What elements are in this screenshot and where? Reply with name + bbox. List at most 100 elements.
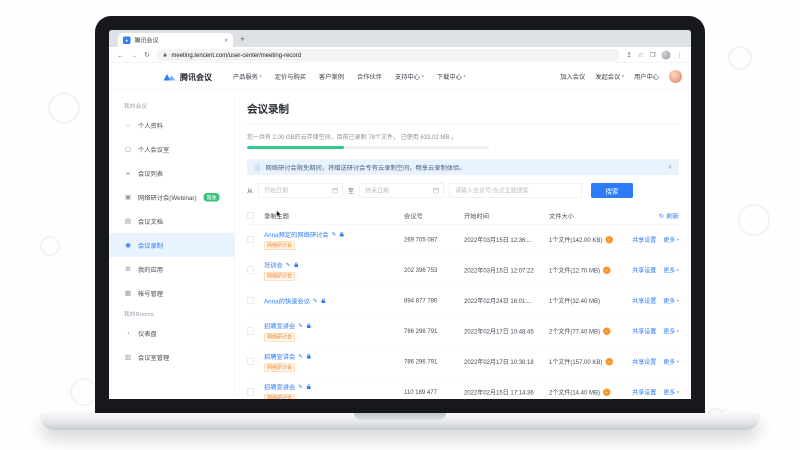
lock-icon[interactable]: [320, 298, 326, 304]
row-checkbox[interactable]: [247, 297, 254, 304]
lock-icon[interactable]: [306, 384, 312, 390]
sidebar-item-meeting-docs[interactable]: ▤ 会议文档: [109, 209, 235, 233]
more-dropdown[interactable]: 更多▾: [663, 327, 679, 336]
nav-link-join-meeting[interactable]: 加入会议: [560, 72, 585, 82]
recording-topic-link[interactable]: Anna的快速会议: [264, 296, 310, 306]
address-bar[interactable]: meeting.tencent.com/user-center/meeting-…: [156, 49, 620, 61]
row-checkbox[interactable]: [247, 236, 254, 243]
sidebar-item-account[interactable]: ▦ 帐号管理: [109, 281, 235, 305]
more-dropdown[interactable]: 更多▾: [663, 296, 679, 305]
recording-topic-link[interactable]: 招聘宣讲会: [264, 321, 295, 331]
browser-window: ▲ 腾讯会议 × + ← → ↻ meeting.tencent.com/use…: [109, 30, 691, 399]
sidebar-item-label: 个人资料: [138, 120, 163, 130]
sidebar-item-personal-room[interactable]: ▢ 个人会议室: [109, 137, 235, 161]
share-settings-link[interactable]: 共享设置: [632, 388, 656, 397]
nav-link-products[interactable]: 产品服务 ▾: [233, 72, 262, 82]
recording-topic-link[interactable]: 培训会: [264, 260, 283, 270]
date-from-input[interactable]: [263, 187, 329, 195]
side-panel-icon[interactable]: ❒: [650, 51, 656, 59]
sidebar-item-label: 会议文档: [138, 216, 163, 226]
recording-topic-link[interactable]: 招聘宣讲会: [264, 382, 295, 392]
orange-status-icon: ▪: [605, 358, 613, 366]
edit-icon[interactable]: ✎: [313, 297, 318, 304]
lock-icon[interactable]: [339, 231, 345, 237]
nav-link-label: 定价与购买: [275, 72, 306, 82]
nav-link-label: 下载中心: [437, 72, 462, 82]
date-from-field[interactable]: [258, 183, 343, 198]
lock-icon[interactable]: [306, 353, 312, 359]
brand-logo[interactable]: 腾讯会议: [163, 70, 212, 82]
sidebar-item-my-apps[interactable]: ⊞ 我的应用: [109, 257, 235, 281]
calendar-icon: [332, 188, 338, 194]
new-tab-button[interactable]: +: [240, 34, 245, 44]
browser-profile-avatar[interactable]: [662, 50, 671, 59]
forward-icon[interactable]: →: [131, 51, 138, 59]
sidebar-item-profile[interactable]: ○ 个人资料: [109, 113, 235, 137]
refresh-label: 刷新: [666, 211, 679, 221]
nav-link-label: 加入会议: [560, 72, 585, 82]
row-checkbox[interactable]: [247, 358, 254, 365]
sidebar-section-header: 我的会议: [109, 97, 235, 113]
col-header-number: 会议号: [404, 211, 464, 221]
reload-icon[interactable]: ↻: [144, 51, 150, 60]
sidebar-item-webinar[interactable]: ▣ 网络研讨会(Webinar) 限免: [109, 185, 235, 209]
nav-link-user-center[interactable]: 用户中心: [634, 72, 659, 82]
search-input[interactable]: [454, 187, 577, 195]
edit-icon[interactable]: ✎: [298, 383, 303, 390]
date-to-field[interactable]: [359, 183, 444, 198]
date-to-input[interactable]: [364, 187, 430, 195]
row-checkbox[interactable]: [247, 267, 254, 274]
nav-link-start-meeting[interactable]: 发起会议 ▾: [595, 72, 624, 82]
lock-icon[interactable]: [306, 323, 312, 329]
share-settings-link[interactable]: 共享设置: [632, 235, 656, 244]
file-size: 2个文件(14.40 MB): [549, 388, 600, 397]
bookmark-star-icon[interactable]: ☆: [638, 51, 644, 59]
sidebar-item-meeting-list[interactable]: ≡ 会议列表: [109, 161, 235, 185]
banner-close-icon[interactable]: ×: [668, 163, 672, 171]
more-dropdown[interactable]: 更多▾: [663, 266, 679, 275]
share-settings-link[interactable]: 共享设置: [632, 327, 656, 336]
row-checkbox[interactable]: [247, 389, 254, 396]
search-field[interactable]: [449, 183, 582, 198]
calendar-icon: [433, 188, 439, 194]
sidebar-item-meeting-record[interactable]: ◉ 会议录制: [109, 233, 235, 257]
share-settings-link[interactable]: 共享设置: [632, 357, 656, 366]
share-icon[interactable]: ↥: [626, 51, 631, 59]
webinar-badge: 网络研讨会: [264, 241, 295, 250]
share-settings-link[interactable]: 共享设置: [632, 266, 656, 275]
more-dropdown[interactable]: 更多▾: [663, 357, 679, 366]
table-row: 招聘宣讲会 ✎ 网络研讨会 786 296 791 2022年02月17日 10…: [247, 316, 679, 347]
user-avatar[interactable]: [669, 70, 682, 83]
nav-link-download[interactable]: 下载中心 ▾: [437, 72, 466, 82]
file-size: 1个文件(32.40 MB): [549, 296, 600, 305]
lock-icon[interactable]: [293, 262, 299, 268]
recording-topic-link[interactable]: Anna预定的网络研讨会: [264, 229, 329, 239]
start-time: 2022年02月17日 10:38:18: [464, 357, 549, 366]
back-icon[interactable]: ←: [117, 51, 124, 59]
edit-icon[interactable]: ✎: [298, 322, 303, 329]
edit-icon[interactable]: ✎: [298, 353, 303, 360]
edit-icon[interactable]: ✎: [332, 231, 337, 238]
search-button[interactable]: 搜索: [591, 183, 633, 198]
more-dropdown[interactable]: 更多▾: [663, 235, 679, 244]
nav-link-partners[interactable]: 合作伙伴: [357, 72, 382, 82]
nav-link-support[interactable]: 支持中心 ▾: [395, 72, 424, 82]
sidebar-item-rooms-manage[interactable]: ▥ 会议室管理: [109, 345, 235, 369]
browser-menu-icon[interactable]: ⋮: [677, 51, 684, 59]
webinar-badge: 网络研讨会: [264, 333, 295, 342]
nav-link-pricing[interactable]: 定价与购买: [275, 72, 306, 82]
tab-close-icon[interactable]: ×: [224, 36, 228, 44]
sidebar-item-label: 网络研讨会(Webinar): [138, 192, 197, 202]
nav-link-cases[interactable]: 客户案例: [319, 72, 344, 82]
edit-icon[interactable]: ✎: [286, 261, 291, 268]
select-all-checkbox[interactable]: [247, 212, 254, 219]
refresh-button[interactable]: ↻ 刷新: [659, 211, 679, 221]
browser-tab[interactable]: ▲ 腾讯会议 ×: [118, 33, 233, 47]
meeting-number: 110 189 477: [404, 389, 464, 396]
row-checkbox[interactable]: [247, 328, 254, 335]
sidebar-item-label: 我的应用: [138, 264, 163, 274]
sidebar-item-dashboard[interactable]: ◔ 仪表盘: [109, 321, 235, 345]
recording-topic-link[interactable]: 招聘宣讲会: [264, 351, 295, 361]
more-dropdown[interactable]: 更多▾: [663, 388, 679, 397]
share-settings-link[interactable]: 共享设置: [632, 296, 656, 305]
